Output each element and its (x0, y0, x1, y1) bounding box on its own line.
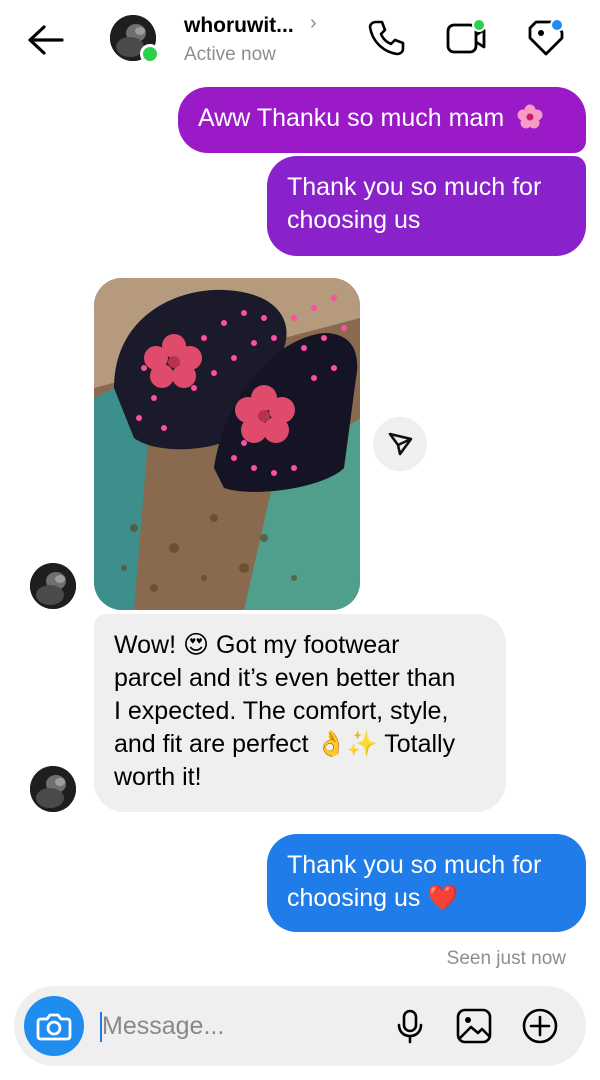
message-line: I expected. The comfort, style, (114, 697, 449, 725)
received-message[interactable]: Wow! 😍 Got my footwear parcel and it’s e… (94, 614, 506, 812)
photo-message[interactable] (94, 278, 360, 610)
message-line: choosing us ❤️ (287, 884, 459, 912)
sender-avatar[interactable] (30, 766, 76, 812)
message-line: parcel and it’s even better than (114, 664, 456, 692)
gallery-icon[interactable] (454, 1006, 494, 1046)
video-badge-dot (472, 18, 486, 32)
message-line: Wow! 😍 Got my footwear (114, 631, 400, 659)
microphone-icon[interactable] (390, 1006, 430, 1046)
message-composer (14, 986, 586, 1066)
back-arrow-icon[interactable] (22, 20, 70, 60)
sent-message[interactable]: Thank you so much for choosing us ❤️ (267, 834, 586, 932)
camera-button[interactable] (24, 996, 84, 1056)
seen-status: Seen just now (446, 948, 566, 969)
phone-icon[interactable] (364, 16, 408, 60)
share-button[interactable] (373, 417, 427, 471)
sandals-photo (94, 278, 360, 610)
send-arrow-icon (388, 432, 413, 456)
username[interactable]: whoruwit... (184, 14, 294, 38)
message-line: choosing us (287, 206, 421, 234)
online-status-dot (140, 44, 160, 64)
sent-message[interactable]: Thank you so much for choosing us (267, 156, 586, 256)
active-status: Active now (184, 44, 276, 65)
sender-avatar[interactable] (30, 563, 76, 609)
pink-flower-emoji-icon (517, 104, 543, 129)
chevron-right-icon[interactable]: › (310, 12, 317, 35)
plus-circle-icon[interactable] (520, 1006, 560, 1046)
camera-icon (36, 1013, 72, 1041)
message-input[interactable] (102, 1006, 372, 1046)
tag-badge-dot (550, 18, 564, 32)
message-line: and fit are perfect 👌✨ Totally (114, 730, 456, 758)
sent-message[interactable]: Aww Thanku so much mam (178, 87, 586, 153)
chat-header: whoruwit... › Active now (0, 0, 600, 78)
message-line: Thank you so much for (287, 851, 542, 879)
message-text: Aww Thanku so much mam (198, 104, 505, 132)
message-line: worth it! (114, 763, 202, 791)
message-line: Thank you so much for (287, 173, 542, 201)
